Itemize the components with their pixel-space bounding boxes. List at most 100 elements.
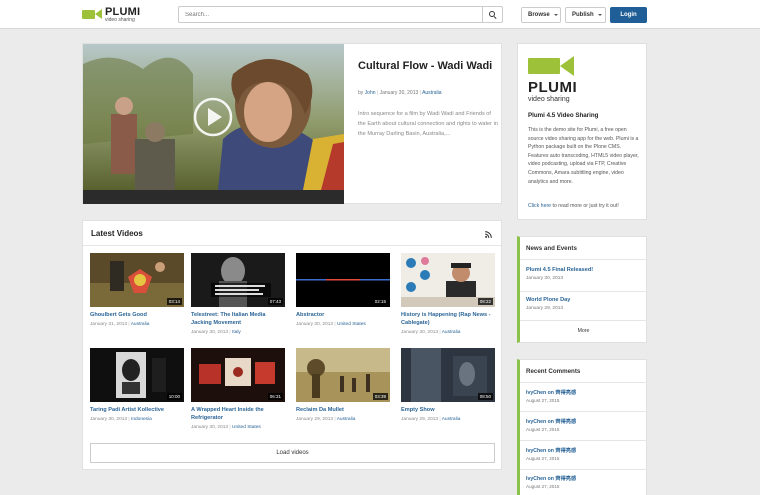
news-more-link[interactable]: More (520, 328, 647, 334)
comment-user-link[interactable]: IvyChen (526, 476, 546, 482)
featured-date: January 30, 2013 (379, 90, 419, 96)
video-title-link[interactable]: A Wrapped Heart Inside the Refrigerator (191, 406, 285, 422)
video-title-link[interactable]: Reclaim Da Mullet (296, 406, 390, 414)
divider (520, 411, 647, 412)
video-card: 02:15 Abstractor January 30, 2013 | Unit… (296, 253, 390, 328)
login-button[interactable]: Login (610, 7, 647, 23)
about-title: Plumi 4.5 Video Sharing (528, 112, 599, 119)
video-duration: 07:43 (267, 298, 283, 305)
comment-target-link[interactable]: 齊得亮感 (555, 476, 576, 482)
video-card: 08:22 History is Happening (Rap News - C… (401, 253, 495, 336)
video-location-link[interactable]: Indonesia (131, 417, 152, 422)
comment-target-link[interactable]: 齊得亮感 (555, 448, 576, 454)
news-item-link[interactable]: Plumi 4.5 Final Released! (526, 267, 593, 273)
comment-date: August 27, 2015 (526, 398, 560, 403)
video-card: 03:39 Reclaim Da Mullet January 29, 2013… (296, 348, 390, 423)
news-item: World Plone Day January 29, 2013 (526, 297, 570, 311)
video-meta: January 31, 2013 | Australia (90, 322, 150, 327)
video-date: January 30, 2013 (191, 425, 229, 430)
logo-name: PLUMI (105, 5, 141, 18)
featured-author-link[interactable]: John (365, 90, 376, 96)
video-thumbnail[interactable]: 03:14 (90, 253, 184, 307)
news-item-date: January 29, 2013 (526, 306, 564, 311)
click-here-link[interactable]: Click here (528, 203, 551, 209)
video-thumbnail[interactable]: 10:00 (90, 348, 184, 402)
rss-icon[interactable] (485, 231, 492, 238)
video-thumbnail[interactable]: 08:50 (401, 348, 495, 402)
browse-label: Browse (528, 12, 550, 18)
divider (520, 382, 647, 383)
featured-location-link[interactable]: Australia (422, 90, 441, 96)
about-more-text: to read more or just try it out! (551, 203, 619, 209)
plumi-logo-name: PLUMI (528, 79, 578, 96)
about-description: This is the demo site for Plumi, a free … (528, 127, 639, 185)
video-card: 03:14 Ghoulbert Gets Good January 31, 20… (90, 253, 184, 328)
caret-down-icon (597, 14, 602, 16)
search-input[interactable] (179, 7, 482, 22)
divider (520, 469, 647, 470)
comment-user-link[interactable]: IvyChen (526, 448, 546, 454)
comment-item: IvyChen on 齊得亮感 August 27, 2015 (526, 475, 576, 489)
comment-user-link[interactable]: IvyChen (526, 419, 546, 425)
video-location-link[interactable]: Australia (442, 417, 461, 422)
video-title-link[interactable]: Empty Show (401, 406, 495, 414)
comment-date: August 27, 2015 (526, 427, 560, 432)
video-location-link[interactable]: Australia (442, 330, 461, 335)
video-title-link[interactable]: History is Happening (Rap News - Cablega… (401, 311, 495, 327)
search-button[interactable] (482, 7, 502, 22)
video-location-link[interactable]: Australia (131, 322, 150, 327)
divider (520, 320, 647, 321)
video-meta: January 30, 2013 | Indonesia (90, 417, 152, 422)
video-location-link[interactable]: United States (337, 322, 366, 327)
comment-item: IvyChen on 齊得亮感 August 27, 2015 (526, 447, 576, 461)
video-location-link[interactable]: United States (232, 425, 261, 430)
video-title-link[interactable]: Taring Padi Artist Kollective (90, 406, 184, 414)
video-duration: 08:50 (477, 393, 493, 400)
video-location-link[interactable]: Australia (337, 417, 356, 422)
video-date: January 29, 2013 (401, 417, 439, 422)
video-title-link[interactable]: Telestreet: The Italian Media Jacking Mo… (191, 311, 285, 327)
video-control-bar[interactable] (83, 190, 344, 204)
video-date: January 31, 2013 (90, 322, 128, 327)
video-thumbnail[interactable]: 06:31 (191, 348, 285, 402)
video-thumbnail[interactable]: 02:15 (296, 253, 390, 307)
video-duration: 03:39 (372, 393, 388, 400)
comment-target-link[interactable]: 齊得亮感 (555, 390, 576, 396)
featured-video-player[interactable] (83, 44, 344, 204)
video-duration: 10:00 (166, 393, 182, 400)
video-title-link[interactable]: Ghoulbert Gets Good (90, 311, 184, 319)
comment-target-link[interactable]: 齊得亮感 (555, 419, 576, 425)
news-item-link[interactable]: World Plone Day (526, 297, 570, 303)
video-thumbnail[interactable]: 07:43 (191, 253, 285, 307)
video-meta: January 30, 2013 | Australia (401, 330, 461, 335)
latest-videos-heading: Latest Videos (91, 229, 143, 238)
video-title-link[interactable]: Abstractor (296, 311, 390, 319)
load-videos-button[interactable]: Load videos (90, 443, 495, 463)
featured-meta: by John | January 30, 2013 | Australia (358, 90, 442, 96)
featured-description: Intro sequence for a film by Wadi Wadi a… (358, 111, 498, 137)
plumi-logo: PLUMI video sharing (528, 56, 578, 104)
video-thumbnail[interactable]: 03:39 (296, 348, 390, 402)
divider (83, 245, 501, 246)
featured-title[interactable]: Cultural Flow - Wadi Wadi (358, 60, 498, 73)
video-thumbnail[interactable]: 08:22 (401, 253, 495, 307)
video-duration: 02:15 (372, 298, 388, 305)
video-date: January 30, 2013 (90, 417, 128, 422)
video-location-link[interactable]: Italy (232, 330, 241, 335)
site-logo[interactable]: PLUMI video sharing (82, 6, 140, 23)
plumi-logo-subtitle: video sharing (528, 96, 570, 103)
search-box (178, 6, 503, 23)
browse-dropdown[interactable]: Browse (521, 7, 561, 23)
video-card: 07:43 Telestreet: The Italian Media Jack… (191, 253, 285, 336)
camera-icon (82, 9, 102, 20)
video-date: January 30, 2013 (296, 322, 334, 327)
video-card: 10:00 Taring Padi Artist Kollective Janu… (90, 348, 184, 423)
video-meta: January 29, 2013 | Australia (296, 417, 356, 422)
news-panel: News and Events Plumi 4.5 Final Released… (517, 236, 647, 343)
camera-icon (528, 56, 578, 78)
divider (520, 440, 647, 441)
search-icon (489, 11, 496, 18)
latest-videos-panel: Latest Videos 03:14 Ghoulbert Gets Good … (82, 220, 502, 470)
publish-dropdown[interactable]: Publish (565, 7, 606, 23)
comment-user-link[interactable]: IvyChen (526, 390, 546, 396)
